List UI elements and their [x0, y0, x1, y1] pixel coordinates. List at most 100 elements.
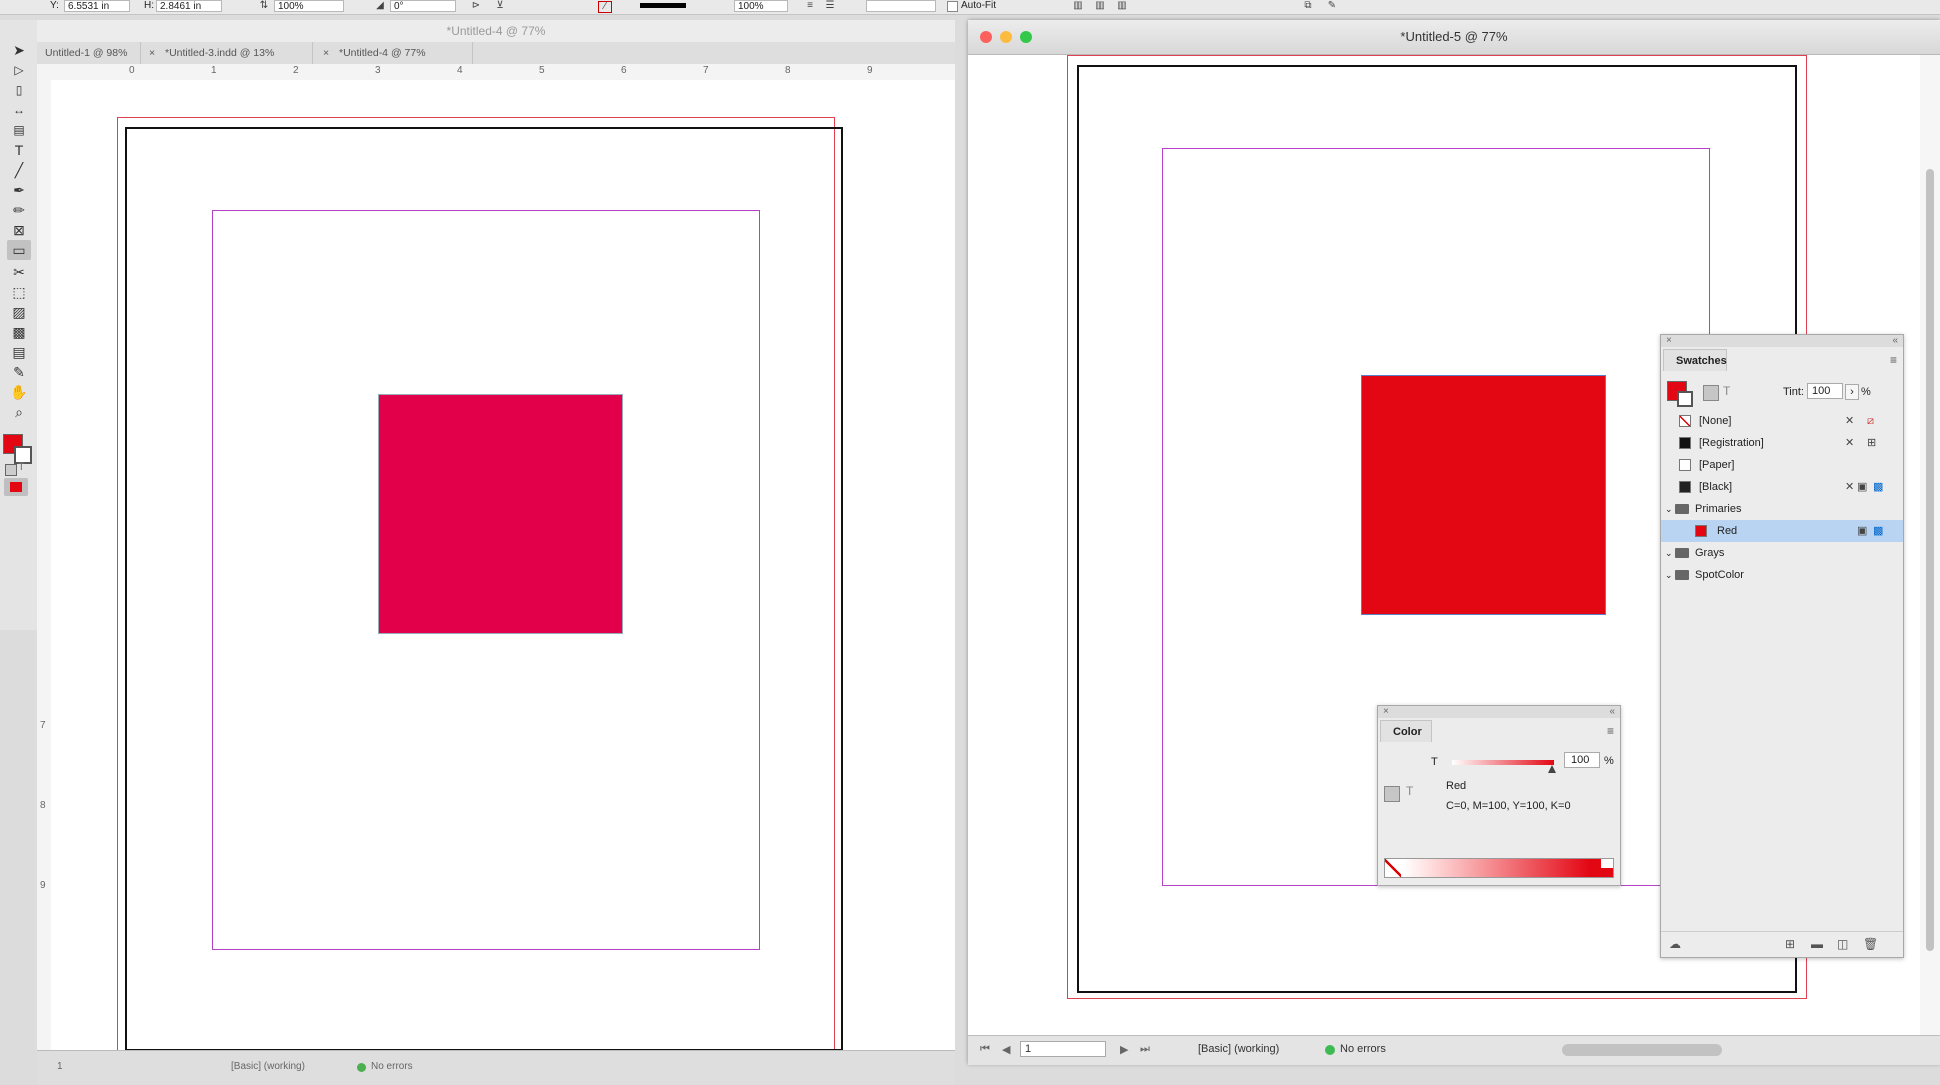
collapse-icon[interactable]: « [1892, 335, 1898, 347]
formatting-text-icon[interactable]: T [18, 461, 25, 473]
formatting-container-icon[interactable] [1384, 786, 1400, 802]
note-tool-icon[interactable]: ▤ [7, 342, 31, 362]
selection-tool-icon[interactable]: ➤ [7, 40, 31, 60]
slider-handle[interactable] [1548, 765, 1556, 773]
cc-libraries-icon[interactable]: ☁ [1669, 937, 1681, 951]
preflight-profile[interactable]: [Basic] (working) [1198, 1043, 1279, 1055]
shear-icon[interactable]: ◢ [374, 1, 386, 11]
link-icon[interactable]: ⧉ [1302, 1, 1314, 11]
align-bottom-icon[interactable]: ▥ [1116, 1, 1128, 11]
vertical-scrollbar[interactable] [1920, 55, 1940, 1035]
formatting-container-icon[interactable] [1703, 385, 1719, 401]
new-group-icon[interactable]: ▬ [1811, 937, 1823, 951]
tab-untitled-4[interactable]: × *Untitled-4 @ 77% [313, 42, 473, 64]
autofit-checkbox[interactable] [947, 1, 958, 12]
formatting-text-icon[interactable]: T [1723, 384, 1730, 398]
stroke-none-icon[interactable]: ⁄ [598, 1, 612, 13]
scroll-thumb[interactable] [1926, 169, 1934, 951]
pen-tool-icon[interactable]: ✒ [7, 180, 31, 200]
close-icon[interactable]: × [323, 42, 329, 64]
close-icon[interactable]: × [1383, 706, 1389, 718]
previous-page-icon[interactable]: ◀ [1002, 1043, 1010, 1056]
panel-menu-icon[interactable]: ≡ [1607, 724, 1614, 738]
page-field[interactable]: 1 [1020, 1041, 1106, 1057]
close-window-button[interactable] [980, 31, 992, 43]
gradient-feather-tool-icon[interactable]: ▩ [7, 322, 31, 342]
white-chip [1601, 859, 1613, 868]
panel-tab-swatches[interactable]: Swatches [1663, 349, 1727, 371]
close-icon[interactable]: × [1666, 335, 1672, 347]
zoom-tool-icon[interactable]: ⌕ [7, 402, 31, 422]
align-icon[interactable]: ☰ [824, 1, 836, 11]
page-tool-icon[interactable]: ▯ [7, 80, 31, 100]
swatch-group-grays[interactable]: ⌄ Grays [1661, 542, 1903, 564]
align-center-icon[interactable]: ▥ [1094, 1, 1106, 11]
swatch-group-spotcolor[interactable]: ⌄ SpotColor [1661, 564, 1903, 586]
last-page-icon[interactable]: ⏭ [1140, 1043, 1150, 1056]
scale-percent-field[interactable]: 100% [734, 0, 788, 12]
tint-slider[interactable] [1452, 760, 1554, 765]
window-title: *Untitled-5 @ 77% [968, 20, 1940, 55]
first-page-icon[interactable]: ⏮ [980, 1043, 990, 1056]
panel-menu-icon[interactable]: ≡ [1890, 353, 1897, 367]
y-field[interactable]: 6.5531 in [64, 0, 130, 12]
horizontal-scroll-thumb[interactable] [1562, 1044, 1722, 1056]
gap-tool-icon[interactable]: ↔ [7, 100, 31, 120]
next-page-icon[interactable]: ▶ [1120, 1043, 1128, 1056]
h-field[interactable]: 2.8461 in [156, 0, 222, 12]
delete-icon[interactable]: 🗑 [1863, 937, 1878, 951]
new-swatch-icon[interactable]: ◫ [1837, 937, 1848, 951]
red-rectangle[interactable] [1361, 375, 1606, 615]
swatch-red[interactable]: Red ▣ ▩ [1661, 520, 1903, 542]
eyedropper-tool-icon[interactable]: ✎ [7, 362, 31, 382]
red-rectangle[interactable] [378, 394, 623, 634]
free-transform-tool-icon[interactable]: ⬚ [7, 282, 31, 302]
tint-arrow-icon[interactable]: › [1845, 384, 1859, 400]
rotate-field[interactable]: 0° [390, 0, 456, 12]
swatch-registration[interactable]: [Registration] ✕ ⊞ [1661, 432, 1903, 454]
swatch-group-primaries[interactable]: ⌄ Primaries [1661, 498, 1903, 520]
hand-tool-icon[interactable]: ✋ [7, 382, 31, 402]
scale-x-field[interactable]: 100% [274, 0, 344, 12]
close-icon[interactable]: × [149, 42, 155, 64]
color-ramp[interactable] [1384, 858, 1614, 878]
formatting-container-icon[interactable] [5, 464, 17, 476]
wrap-icon[interactable]: ≡ [804, 1, 816, 11]
rectangle-tool-icon[interactable]: ▭ [7, 240, 31, 260]
edit-icon[interactable]: ✎ [1326, 1, 1338, 11]
content-collector-icon[interactable]: ▤ [7, 120, 31, 140]
minimize-window-button[interactable] [1000, 31, 1012, 43]
fit-field[interactable] [866, 0, 936, 12]
flip-horizontal-icon[interactable]: ⊳ [470, 1, 482, 11]
scissors-tool-icon[interactable]: ✂ [7, 262, 31, 282]
tint-input[interactable]: 100 [1564, 752, 1600, 768]
formatting-text-icon[interactable]: T [1406, 784, 1413, 798]
tab-untitled-3[interactable]: × *Untitled-3.indd @ 13% [141, 42, 313, 64]
swatch-paper[interactable]: [Paper] [1661, 454, 1903, 476]
normal-mode-icon[interactable] [4, 478, 28, 496]
show-kinds-icon[interactable]: ⊞ [1785, 937, 1795, 951]
flip-icon[interactable]: ⇅ [258, 1, 270, 11]
panel-header: × « [1378, 706, 1620, 718]
pencil-tool-icon[interactable]: ✏ [7, 200, 31, 220]
direct-selection-tool-icon[interactable]: ▷ [7, 60, 31, 80]
type-tool-icon[interactable]: T [7, 140, 31, 160]
frame-tool-icon[interactable]: ⊠ [7, 220, 31, 240]
swatch-none[interactable]: [None] ✕ ⧄ [1661, 410, 1903, 432]
line-tool-icon[interactable]: ╱ [7, 160, 31, 180]
align-top-icon[interactable]: ▥ [1072, 1, 1084, 11]
color-panel: × « Color ≡ T 100 % T Red C=0, M=100, Y=… [1377, 705, 1621, 886]
swatch-black[interactable]: [Black] ✕ ▣ ▩ [1661, 476, 1903, 498]
page-field[interactable]: 1 [57, 1061, 63, 1072]
stroke-weight-preview[interactable] [640, 3, 686, 8]
gradient-tool-icon[interactable]: ▨ [7, 302, 31, 322]
tint-input[interactable]: 100 [1807, 383, 1843, 399]
collapse-icon[interactable]: « [1609, 706, 1615, 718]
zoom-window-button[interactable] [1020, 31, 1032, 43]
panel-tab-color[interactable]: Color [1380, 720, 1432, 742]
flip-vertical-icon[interactable]: ⊻ [494, 1, 506, 11]
tab-untitled-1[interactable]: Untitled-1 @ 98% [37, 42, 141, 64]
stroke-swatch[interactable] [1677, 391, 1693, 407]
preflight-profile[interactable]: [Basic] (working) [231, 1061, 305, 1072]
document-canvas[interactable] [51, 80, 955, 1060]
